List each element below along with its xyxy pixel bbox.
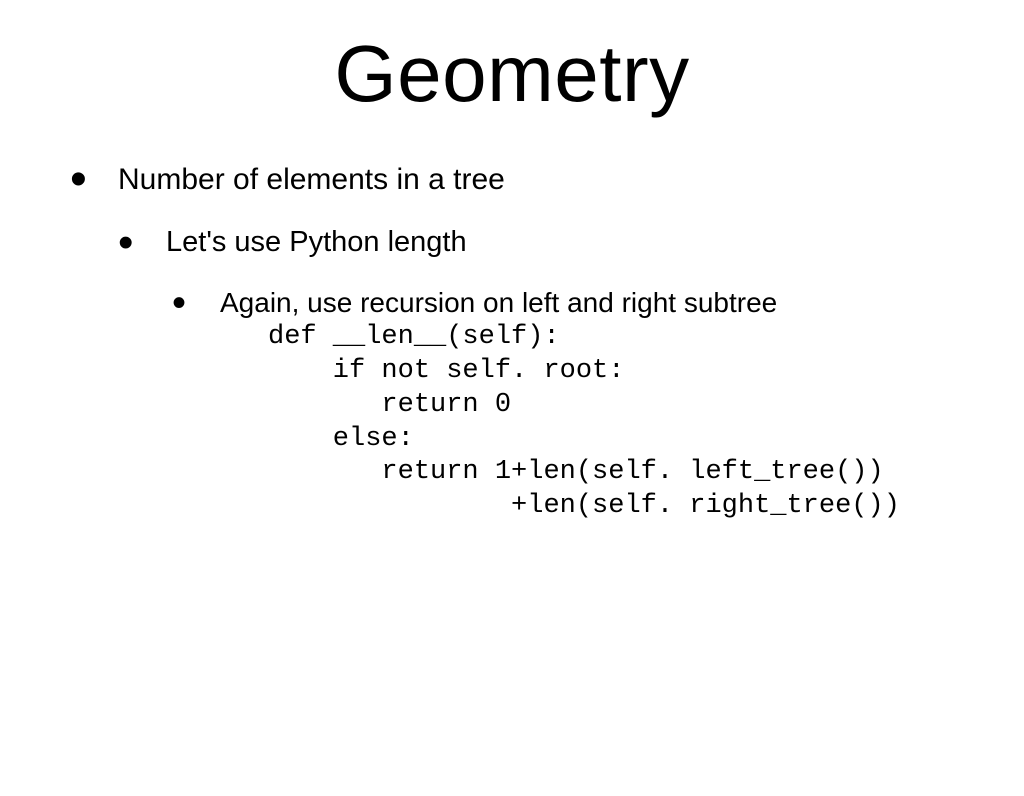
bullet-level2: Let's use Python length Again, use recur… <box>118 223 1024 524</box>
bullet-list-l2: Let's use Python length Again, use recur… <box>118 223 1024 524</box>
bullet-text-l1: Number of elements in a tree <box>118 163 505 196</box>
bullet-level1: Number of elements in a tree Let's use P… <box>70 160 1024 524</box>
bullet-text-l2: Let's use Python length <box>166 226 467 258</box>
bullet-list: Number of elements in a tree Let's use P… <box>70 160 1024 524</box>
slide: Geometry Number of elements in a tree Le… <box>0 28 1024 796</box>
code-block: def __len__(self): if not self. root: re… <box>268 321 1024 524</box>
slide-title: Geometry <box>0 28 1024 120</box>
bullet-text-l3: Again, use recursion on left and right s… <box>220 287 777 318</box>
bullet-list-l3: Again, use recursion on left and right s… <box>172 284 1024 524</box>
bullet-level3: Again, use recursion on left and right s… <box>172 284 1024 524</box>
